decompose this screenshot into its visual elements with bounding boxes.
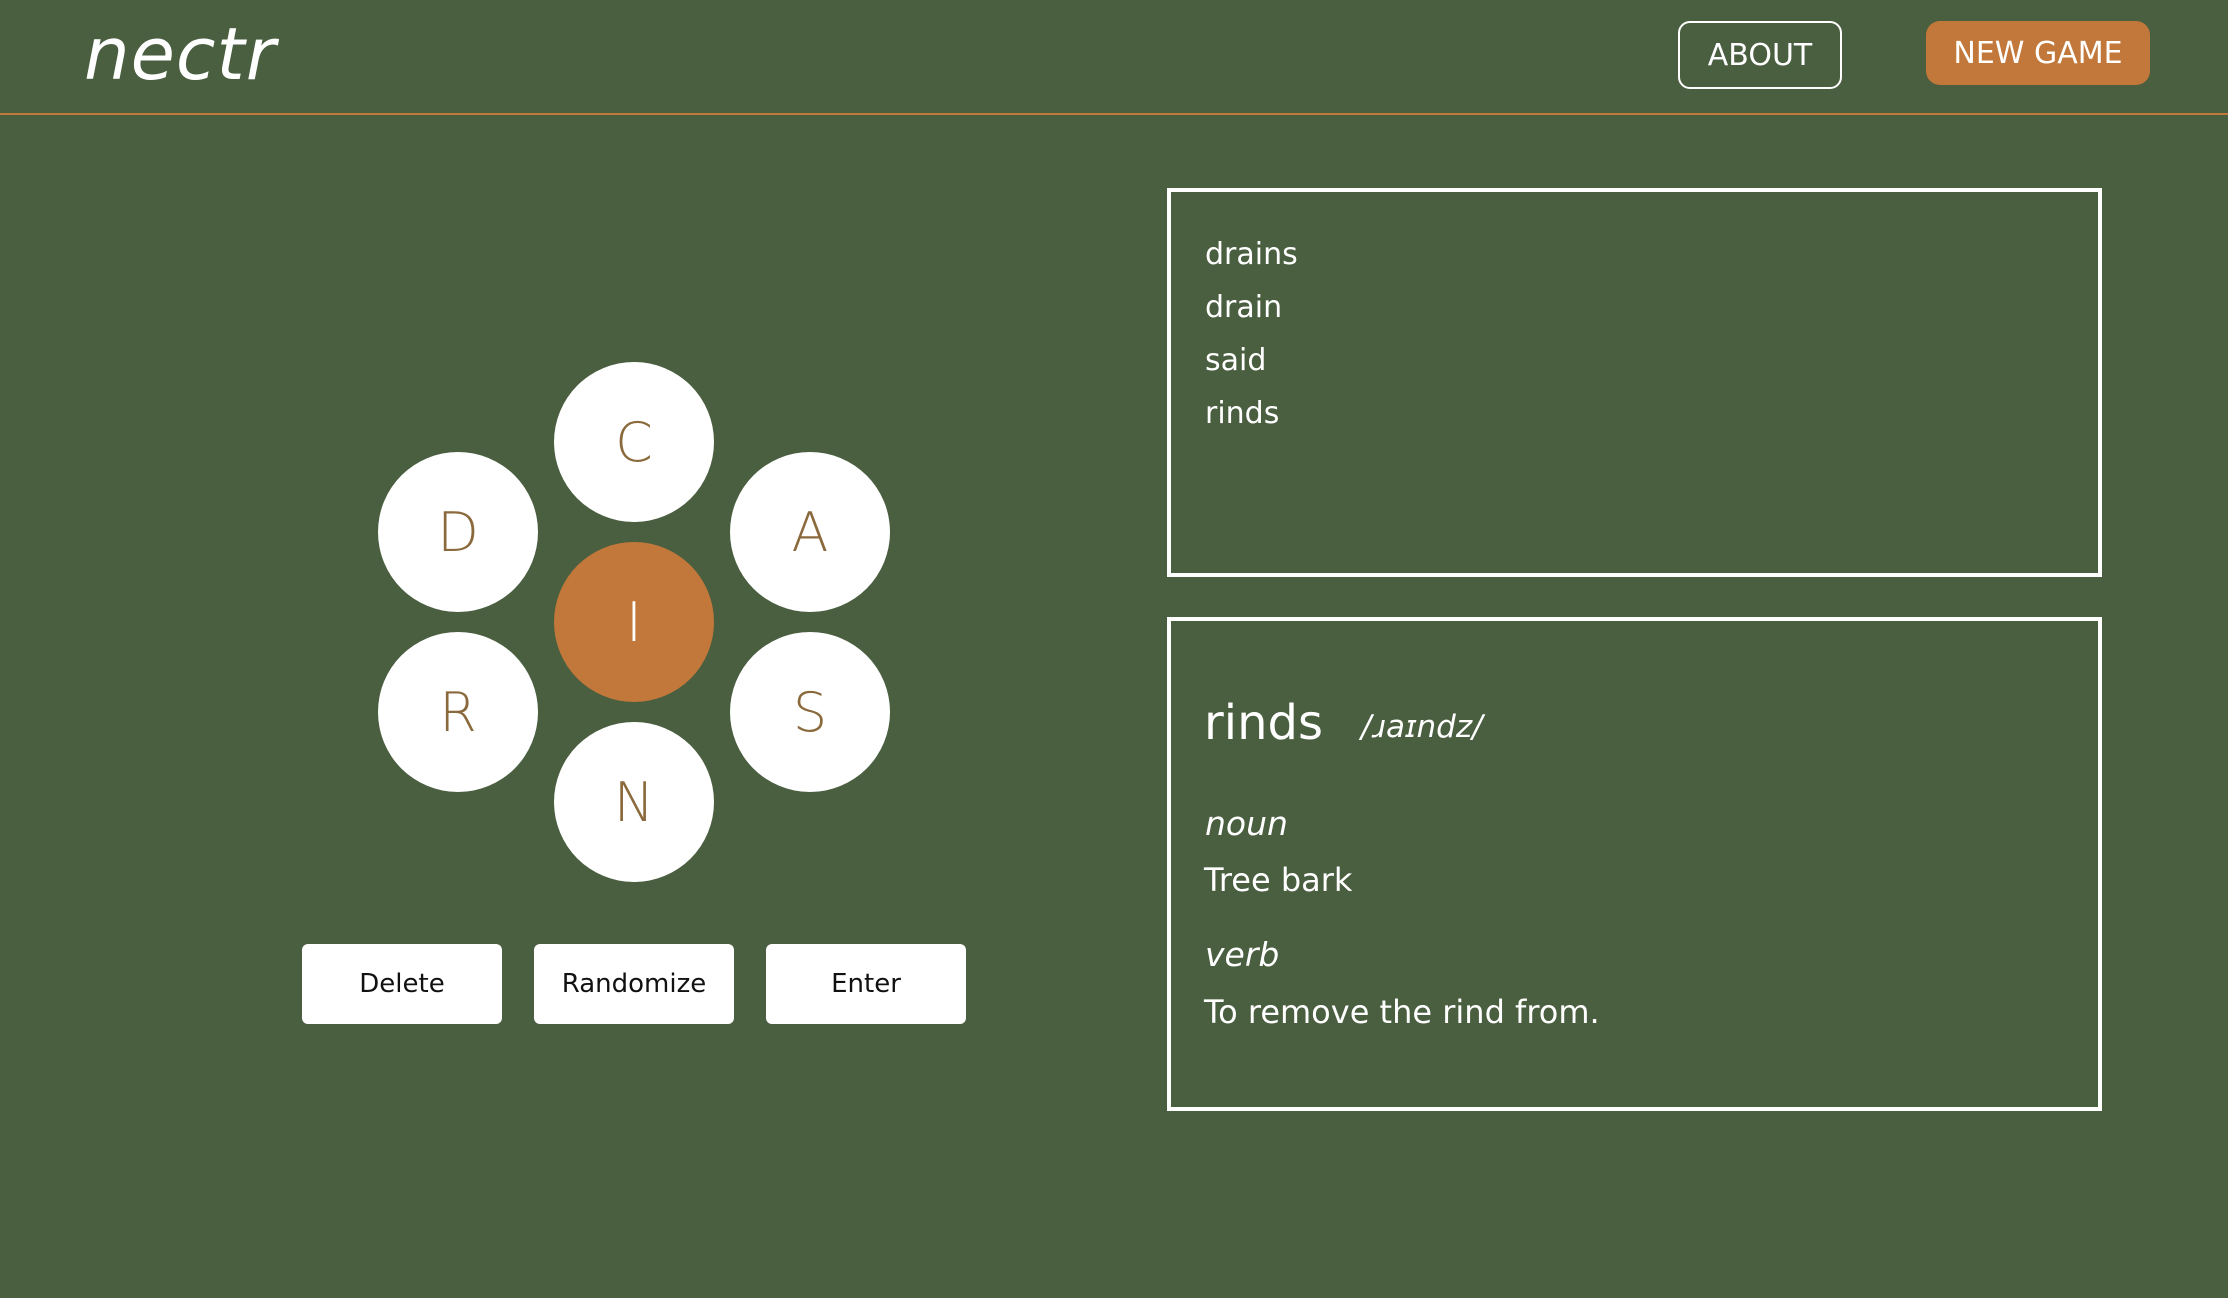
hive-letter-lower-right[interactable]: S <box>730 632 890 792</box>
found-word-item[interactable]: drains <box>1205 228 1298 281</box>
found-words-list: drains drain said rinds <box>1205 228 1298 440</box>
definition-pronunciation: /ɹaɪndz/ <box>1361 709 1483 745</box>
enter-button[interactable]: Enter <box>766 944 966 1024</box>
logo: nectr <box>84 12 277 96</box>
top-bar: nectr ABOUT NEW GAME <box>0 0 2228 115</box>
found-word-item[interactable]: said <box>1205 334 1298 387</box>
hive-letter-bottom[interactable]: N <box>554 722 714 882</box>
part-of-speech-verb: verb <box>1205 935 1280 974</box>
new-game-button[interactable]: NEW GAME <box>1926 21 2150 85</box>
part-of-speech-noun: noun <box>1205 804 1288 843</box>
definition-word: rinds <box>1204 695 1323 751</box>
hive-letter-upper-right[interactable]: A <box>730 452 890 612</box>
found-words-panel: drains drain said rinds <box>1167 188 2102 577</box>
randomize-button[interactable]: Randomize <box>534 944 734 1024</box>
hive-center-letter[interactable]: I <box>554 542 714 702</box>
definition-meaning-noun: Tree bark <box>1204 861 1353 899</box>
definition-meaning-verb: To remove the rind from. <box>1204 993 1600 1031</box>
delete-button[interactable]: Delete <box>302 944 502 1024</box>
found-word-item[interactable]: rinds <box>1205 387 1298 440</box>
about-button[interactable]: ABOUT <box>1678 21 1842 89</box>
hive-letter-lower-left[interactable]: R <box>378 632 538 792</box>
found-word-item[interactable]: drain <box>1205 281 1298 334</box>
hive-letter-top[interactable]: C <box>554 362 714 522</box>
definition-panel: rinds /ɹaɪndz/ noun Tree bark verb To re… <box>1167 617 2102 1111</box>
hive-letter-upper-left[interactable]: D <box>378 452 538 612</box>
